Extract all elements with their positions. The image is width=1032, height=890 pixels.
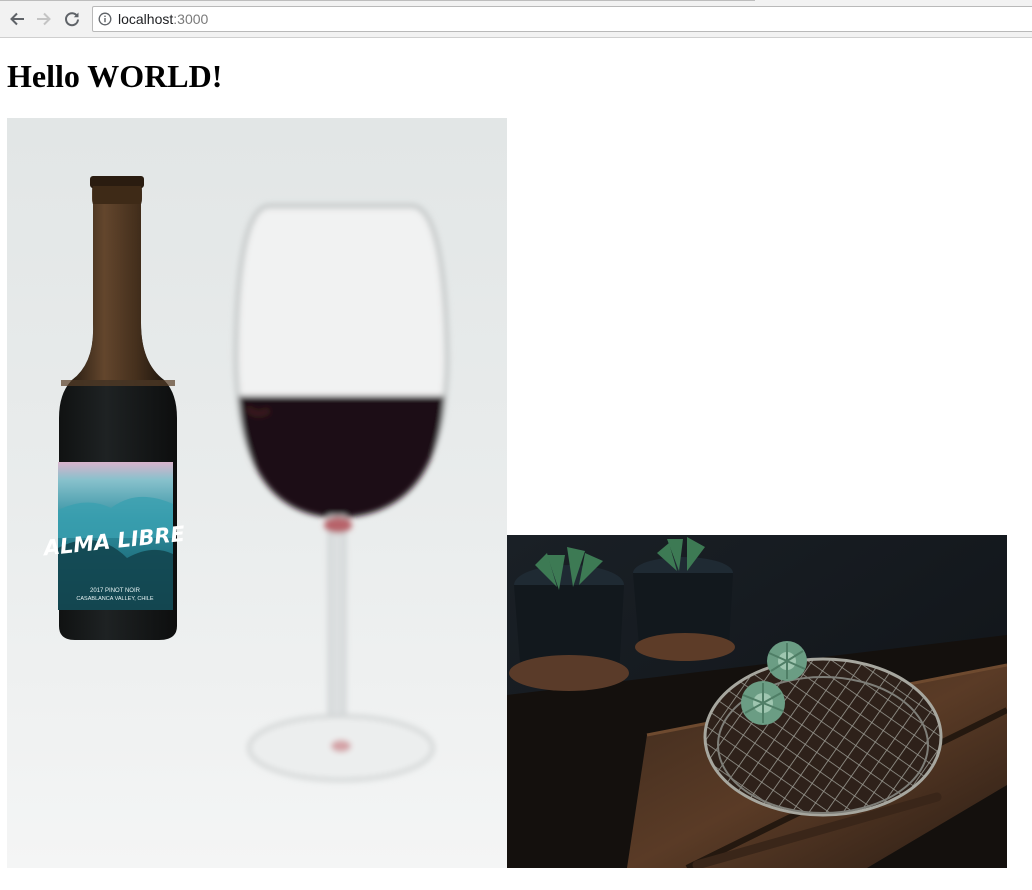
label-region-text: CASABLANCA VALLEY, CHILE: [76, 596, 153, 602]
page-heading: Hello WORLD!: [7, 58, 223, 94]
back-button[interactable]: [7, 9, 27, 29]
wine-photo: ALMA LIBRE 2017 PINOT NOIR CASABLANCA VA…: [7, 118, 507, 868]
url-text[interactable]: localhost:3000: [118, 11, 208, 27]
address-bar[interactable]: localhost:3000: [92, 6, 1032, 32]
forward-arrow-icon: [37, 12, 51, 26]
label-vintage-text: 2017 PINOT NOIR: [90, 588, 141, 594]
back-arrow-icon: [10, 12, 24, 26]
url-port: :3000: [173, 11, 209, 27]
info-icon[interactable]: [98, 12, 112, 26]
succulent-photo: [507, 535, 1007, 868]
browser-toolbar: localhost:3000: [0, 0, 1032, 38]
reload-button[interactable]: [62, 9, 82, 29]
forward-button[interactable]: [34, 9, 54, 29]
tab-strip-edge: [0, 0, 755, 1]
url-host: localhost: [118, 11, 174, 27]
reload-icon: [65, 12, 79, 27]
